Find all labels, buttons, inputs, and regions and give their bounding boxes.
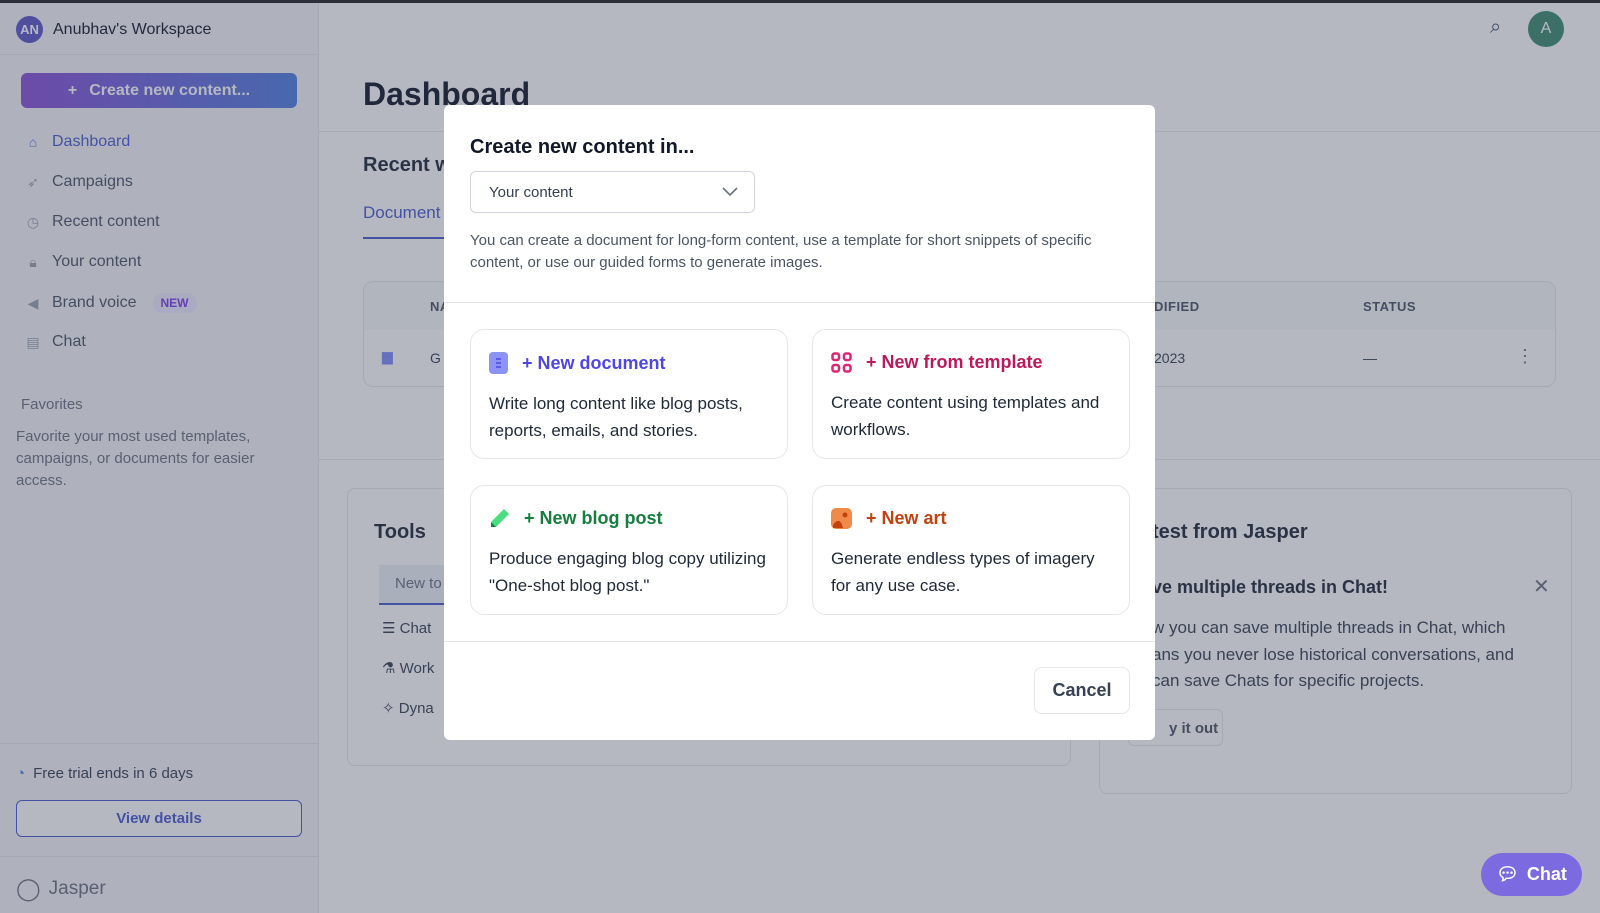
select-value: Your content (489, 183, 573, 201)
option-title: + New from template (866, 352, 1043, 372)
chat-bubble-icon: 💬︎ (1496, 864, 1519, 884)
modal-title: Create new content in... (470, 136, 695, 158)
option-title: + New document (522, 352, 666, 373)
cancel-button[interactable]: Cancel (1034, 667, 1130, 714)
create-content-modal: Create new content in... Your content Yo… (444, 105, 1155, 740)
divider (444, 302, 1155, 303)
pencil-icon (491, 509, 509, 527)
modal-description: You can create a document for long-form … (470, 232, 1092, 271)
option-desc: Generate endless types of imagery for an… (831, 549, 1095, 595)
document-icon (489, 352, 508, 374)
option-title: + New blog post (524, 508, 663, 528)
option-desc: Produce engaging blog copy utilizing "On… (489, 549, 766, 595)
option-desc: Write long content like blog posts, repo… (489, 394, 743, 440)
new-blog-post-option[interactable]: + New blog post Produce engaging blog co… (470, 485, 788, 615)
option-title: + New art (866, 508, 947, 528)
new-from-template-option[interactable]: + New from template Create content using… (812, 329, 1130, 459)
template-grid-icon (831, 352, 852, 373)
new-document-option[interactable]: + New document Write long content like b… (470, 329, 788, 459)
new-art-option[interactable]: + New art Generate endless types of imag… (812, 485, 1130, 615)
chat-launcher-button[interactable]: 💬︎ Chat (1481, 853, 1582, 896)
option-desc: Create content using templates and workf… (831, 393, 1100, 439)
divider (444, 641, 1155, 642)
image-icon (831, 508, 852, 529)
chevron-down-icon (722, 187, 738, 197)
destination-select[interactable]: Your content (470, 171, 755, 213)
